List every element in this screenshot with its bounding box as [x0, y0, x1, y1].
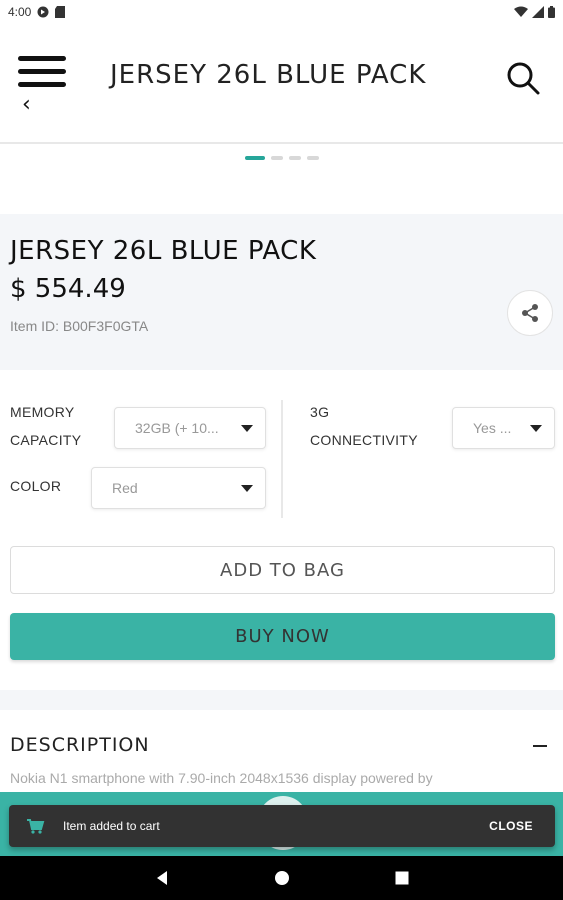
dropdown-caret-icon — [241, 484, 253, 492]
product-options: MEMORY CAPACITY 32GB (+ 10... 3G CONNECT… — [0, 390, 563, 530]
shopping-cart-icon — [27, 819, 45, 834]
snackbar: Item added to cart CLOSE — [9, 805, 555, 847]
nav-back-button[interactable] — [150, 866, 174, 890]
collapse-minus-icon[interactable] — [531, 736, 551, 756]
status-bar: 4:00 — [0, 0, 563, 24]
battery-icon — [548, 6, 555, 18]
signal-icon — [532, 6, 544, 18]
memory-label-line1: MEMORY — [10, 404, 75, 420]
hamburger-menu-icon — [18, 56, 66, 61]
recents-square-icon — [395, 871, 408, 885]
hamburger-menu-bar — [18, 82, 66, 87]
dropdown-caret-icon — [530, 424, 542, 432]
memory-capacity-label: MEMORY CAPACITY — [10, 398, 81, 454]
description-text: Nokia N1 smartphone with 7.90-inch 2048x… — [10, 770, 433, 786]
carousel-dot[interactable] — [306, 156, 319, 160]
buy-now-button[interactable]: BUY NOW — [10, 613, 555, 660]
app-notification-icon — [37, 6, 49, 18]
connectivity-label-line1: 3G — [310, 404, 330, 420]
sd-card-icon — [55, 6, 66, 18]
back-triangle-icon — [156, 871, 167, 885]
hamburger-menu-bar — [18, 69, 66, 74]
dropdown-caret-icon — [241, 424, 253, 432]
carousel-dot[interactable] — [270, 156, 283, 160]
carousel-dot-active[interactable] — [244, 156, 265, 160]
chevron-left-icon[interactable]: ‹ — [22, 92, 31, 117]
3g-connectivity-value: Yes ... — [473, 420, 512, 436]
nav-recents-button[interactable] — [390, 866, 414, 890]
3g-connectivity-label: 3G CONNECTIVITY — [310, 398, 418, 454]
search-button[interactable] — [505, 60, 541, 96]
color-select[interactable]: Red — [91, 467, 266, 509]
menu-button[interactable] — [18, 56, 66, 96]
connectivity-label-line2: CONNECTIVITY — [310, 432, 418, 448]
app-bar: ‹ JERSEY 26L BLUE PACK — [0, 24, 563, 144]
share-icon — [522, 304, 538, 322]
product-info: JERSEY 26L BLUE PACK $ 554.49 Item ID: B… — [0, 214, 563, 370]
color-label: COLOR — [10, 478, 62, 494]
memory-capacity-select[interactable]: 32GB (+ 10... — [114, 407, 266, 449]
memory-label-line2: CAPACITY — [10, 432, 82, 448]
search-icon — [507, 62, 540, 95]
snackbar-close-button[interactable]: CLOSE — [489, 819, 533, 833]
status-time: 4:00 — [8, 5, 32, 19]
system-nav-bar — [0, 856, 563, 900]
product-title: JERSEY 26L BLUE PACK — [10, 236, 317, 266]
wifi-icon — [514, 6, 528, 17]
memory-capacity-value: 32GB (+ 10... — [135, 420, 219, 436]
product-price: $ 554.49 — [10, 274, 126, 304]
carousel-dot[interactable] — [288, 156, 301, 160]
share-button[interactable] — [507, 290, 553, 336]
page-title: JERSEY 26L BLUE PACK — [110, 60, 427, 90]
product-item-id: Item ID: B00F3F0GTA — [10, 318, 149, 334]
home-circle-icon — [274, 871, 289, 885]
snackbar-message: Item added to cart — [63, 819, 160, 833]
3g-connectivity-select[interactable]: Yes ... — [452, 407, 555, 449]
options-divider — [281, 400, 283, 518]
section-separator — [0, 690, 563, 710]
add-to-bag-button[interactable]: ADD TO BAG — [10, 546, 555, 594]
nav-home-button[interactable] — [270, 866, 294, 890]
carousel-indicator — [0, 156, 563, 160]
description-heading: DESCRIPTION — [10, 734, 150, 756]
color-value: Red — [112, 480, 138, 496]
